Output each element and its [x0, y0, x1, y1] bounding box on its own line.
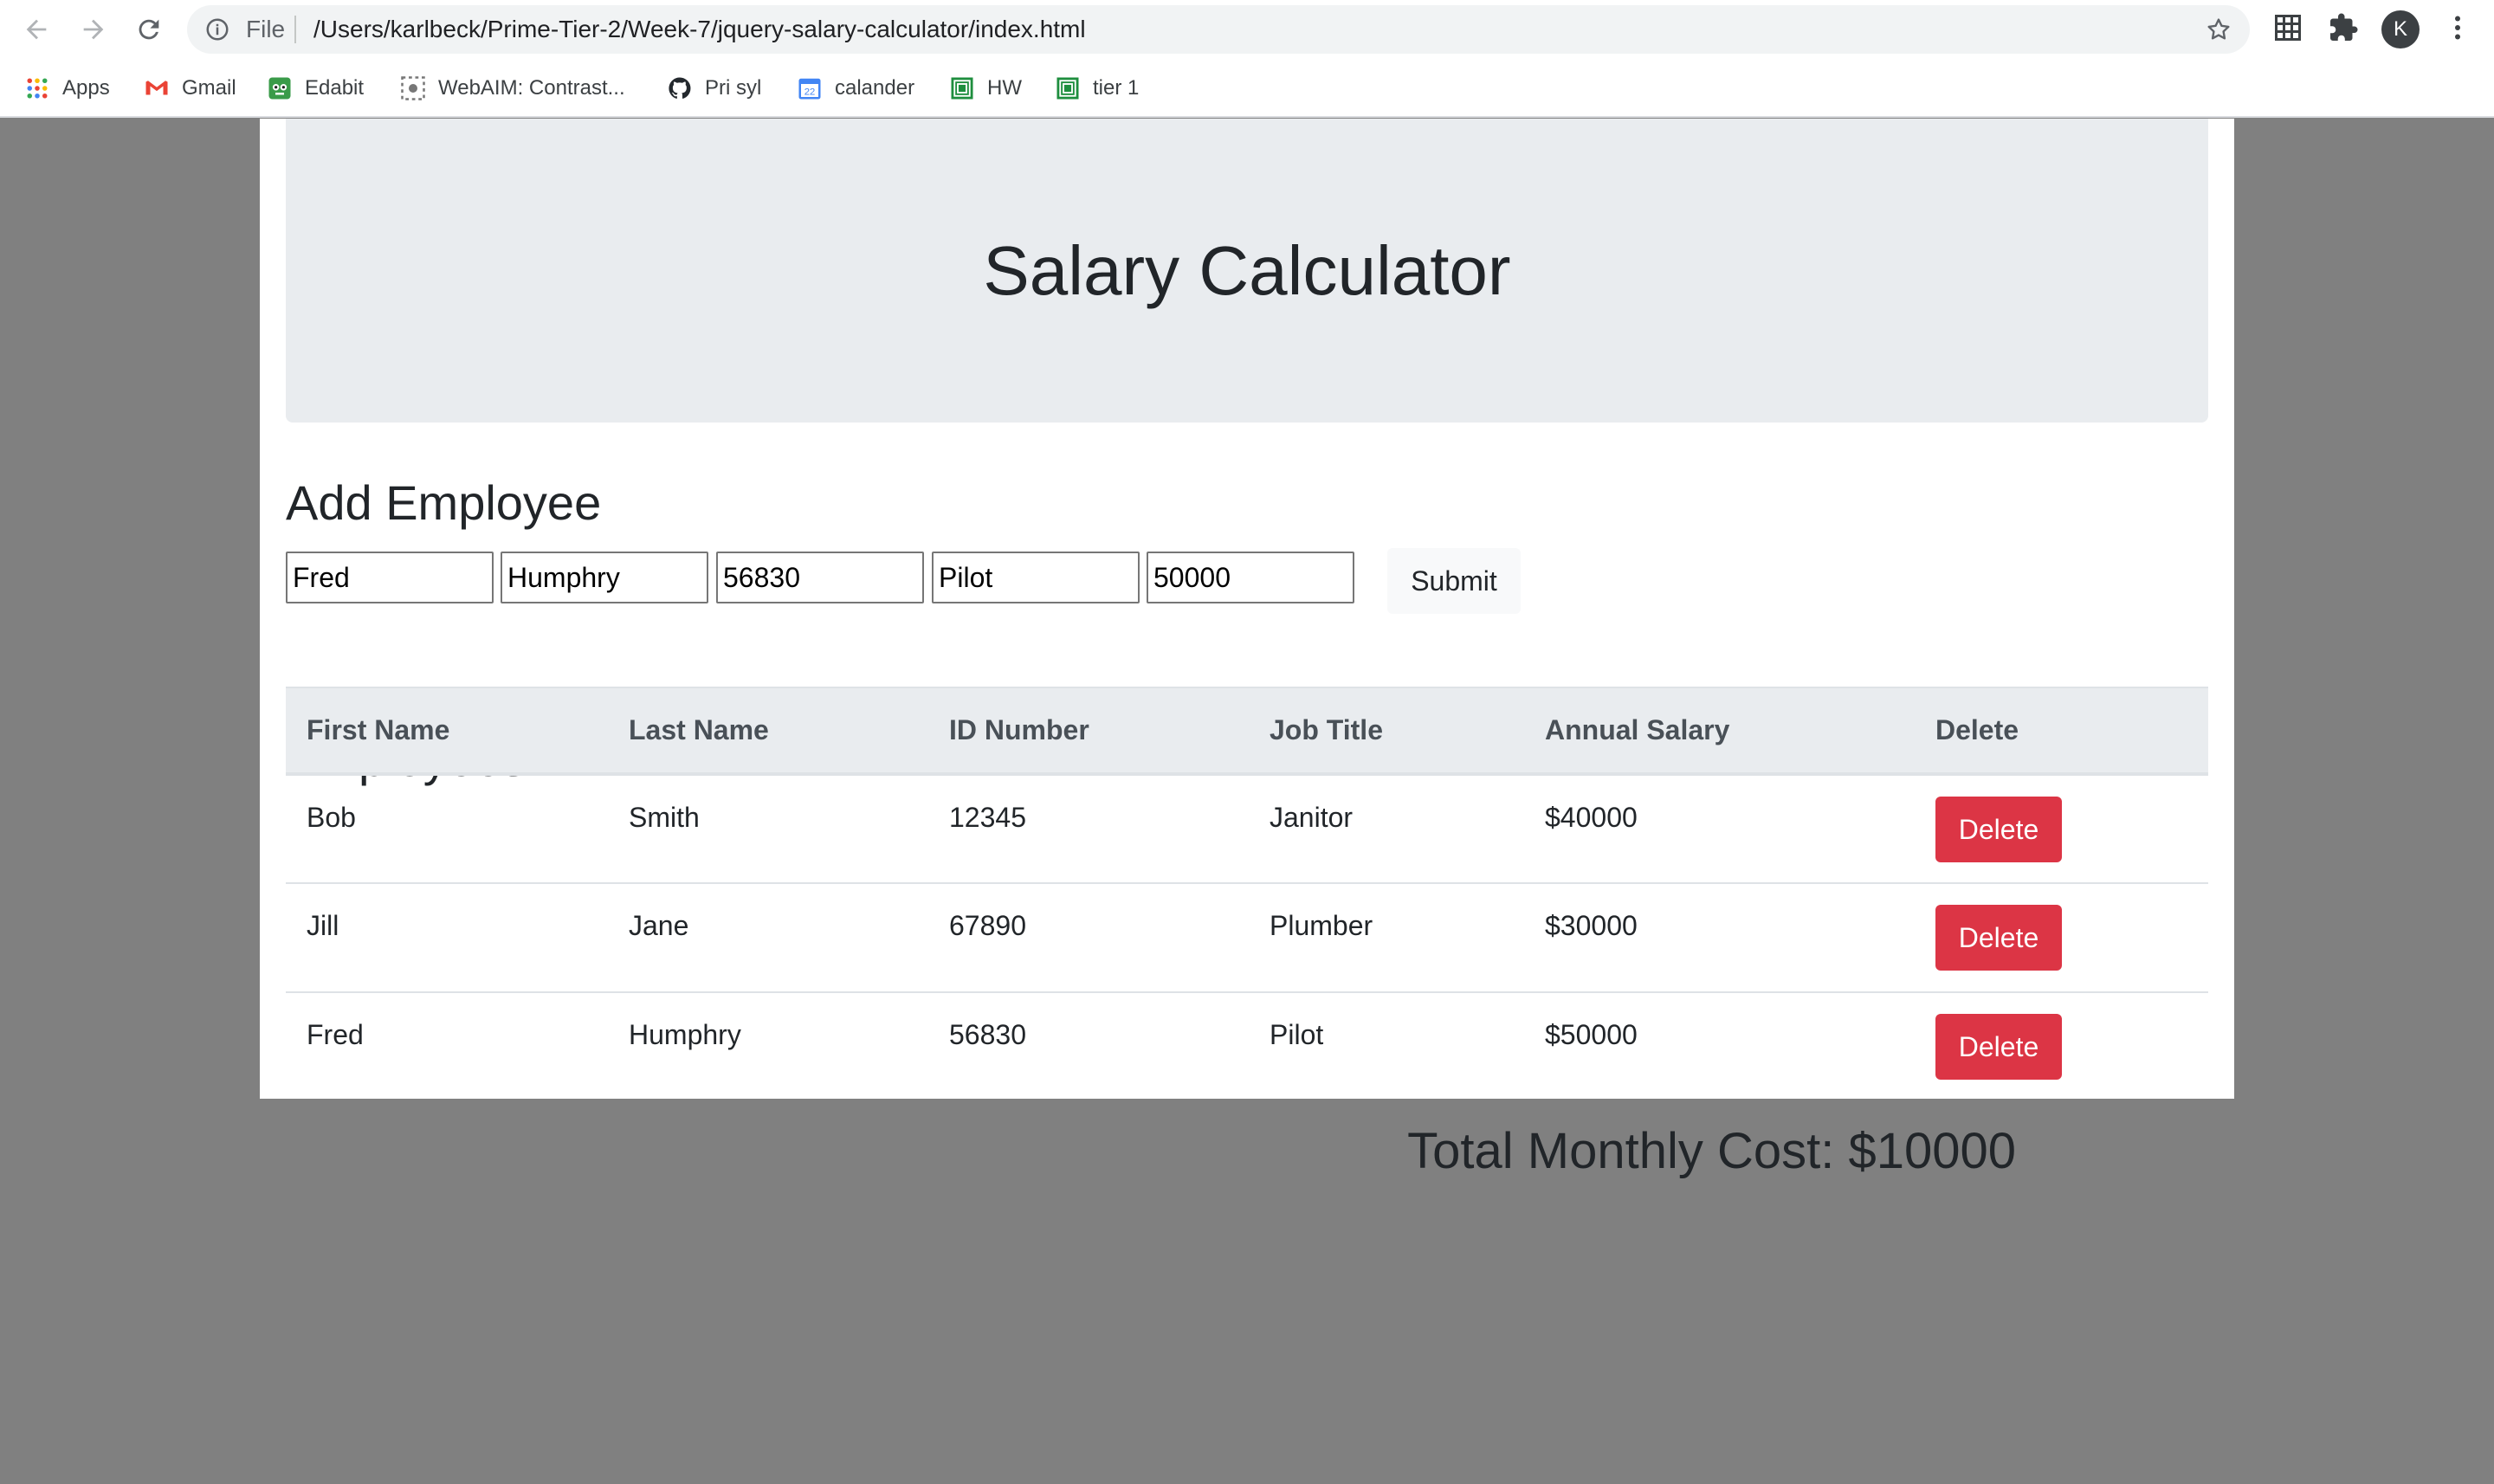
delete-button[interactable]: Delete: [1935, 905, 2062, 971]
job-title-cell: Janitor: [1249, 774, 1524, 884]
bookmark-label: Gmail: [182, 76, 236, 100]
job-title-cell: Pilot: [1270, 1019, 1324, 1050]
last-name-cell: Smith: [608, 774, 928, 884]
url-scheme-label: File: [246, 16, 286, 42]
delete-cell: Delete: [1915, 774, 2208, 884]
first-name-input[interactable]: [286, 552, 494, 603]
bookmark-pri-syl[interactable]: Pri syl: [667, 73, 761, 104]
page-container: Salary Calculator Add Employee Submit Em…: [260, 119, 2234, 1099]
profile-avatar[interactable]: K: [2381, 10, 2420, 48]
bookmark-label: tier 1: [1093, 76, 1140, 100]
reload-button[interactable]: [130, 10, 168, 48]
first-name-cell: Jill: [286, 883, 608, 993]
info-icon[interactable]: [204, 16, 230, 42]
bookmark-label: Edabit: [305, 76, 365, 100]
bookmark-label: WebAIM: Contrast...: [438, 76, 625, 100]
extensions-puzzle-icon[interactable]: [2328, 12, 2359, 43]
column-header: ID Number: [928, 687, 1249, 776]
classroom-icon: [949, 75, 975, 101]
calendar-icon: 22: [797, 75, 823, 101]
column-header: First Name: [286, 687, 608, 776]
arrow-right-icon: [83, 19, 104, 40]
total-monthly-cost: Total Monthly Cost: $10000: [1407, 1123, 2016, 1179]
bookmark-hw[interactable]: HW: [949, 73, 1022, 104]
bookmark-label: Pri syl: [705, 76, 762, 100]
last-name-cell: Humphry: [629, 1019, 741, 1050]
bookmark-calander[interactable]: 22 calander: [797, 73, 914, 104]
bookmark-webaim[interactable]: WebAIM: Contrast...: [400, 73, 625, 104]
salary-cell: $40000: [1524, 774, 1915, 884]
grid-extension-icon[interactable]: [2272, 12, 2303, 43]
bookmark-star-icon[interactable]: [2205, 16, 2232, 43]
browser-chrome: File /Users/karlbeck/Prime-Tier-2/Week-7…: [0, 0, 2494, 118]
forward-button[interactable]: [74, 10, 113, 48]
column-header: Last Name: [608, 687, 928, 776]
delete-button[interactable]: Delete: [1935, 1014, 2062, 1080]
table-row: Bob Smith 12345 Janitor $40000 Delete: [286, 774, 2208, 884]
delete-cell: Delete: [1915, 992, 2208, 1101]
last-name-input[interactable]: [501, 552, 708, 603]
address-bar[interactable]: File /Users/karlbeck/Prime-Tier-2/Week-7…: [187, 5, 2250, 54]
employees-table: First Name Last Name ID Number Job Title…: [286, 687, 2208, 1101]
first-name-cell: Fred: [307, 1019, 364, 1050]
arrow-left-icon: [26, 19, 47, 40]
classroom-icon: [1055, 75, 1081, 101]
calendar-badge: 22: [804, 87, 816, 98]
id-number-cell: 12345: [928, 774, 1249, 884]
id-number-cell: 67890: [928, 883, 1249, 993]
back-button[interactable]: [17, 10, 55, 48]
apps-grid-icon: [24, 75, 50, 101]
github-icon: [667, 75, 693, 101]
menu-kebab-icon[interactable]: [2442, 12, 2473, 43]
add-employee-heading: Add Employee: [286, 475, 602, 530]
bookmark-label: HW: [987, 76, 1022, 100]
column-header: Delete: [1915, 687, 2208, 776]
delete-button[interactable]: Delete: [1935, 797, 2062, 862]
submit-button[interactable]: Submit: [1387, 548, 1521, 614]
divider: [294, 16, 296, 43]
bookmark-gmail[interactable]: Gmail: [144, 73, 236, 104]
delete-cell: Delete: [1915, 883, 2208, 993]
job-title-cell: Plumber: [1249, 883, 1524, 993]
id-number-input[interactable]: [716, 552, 924, 603]
bookmark-label: calander: [835, 76, 915, 100]
column-header: Annual Salary: [1524, 687, 1915, 776]
table-header-row: First Name Last Name ID Number Job Title…: [286, 687, 2208, 776]
webaim-icon: [400, 75, 426, 101]
edabit-icon: [267, 75, 293, 101]
bookmark-label: Apps: [62, 76, 110, 100]
last-name-cell: Jane: [608, 883, 928, 993]
job-title-input[interactable]: [932, 552, 1140, 603]
salary-cell: $30000: [1524, 883, 1915, 993]
bookmark-tier-1[interactable]: tier 1: [1055, 73, 1139, 104]
column-header: Job Title: [1249, 687, 1524, 776]
header-jumbotron: Salary Calculator: [286, 119, 2208, 423]
annual-salary-input[interactable]: [1147, 552, 1354, 603]
url-text[interactable]: /Users/karlbeck/Prime-Tier-2/Week-7/jque…: [313, 16, 1086, 42]
gmail-icon: [144, 75, 170, 101]
page-title: Salary Calculator: [983, 231, 1511, 309]
table-row: Fred Humphry 56830 Pilot $50000 Delete: [286, 992, 2208, 1101]
bookmark-edabit[interactable]: Edabit: [267, 73, 364, 104]
bookmark-apps[interactable]: Apps: [24, 73, 110, 104]
salary-cell: $50000: [1545, 1019, 1638, 1050]
reload-icon: [139, 19, 159, 40]
first-name-cell: Bob: [286, 774, 608, 884]
id-number-cell: 56830: [949, 1019, 1026, 1050]
table-row: Jill Jane 67890 Plumber $30000 Delete: [286, 883, 2208, 993]
bookmarks-bar: Apps Gmail Edabit WebAIM: Contrast... Pr…: [0, 68, 2494, 109]
